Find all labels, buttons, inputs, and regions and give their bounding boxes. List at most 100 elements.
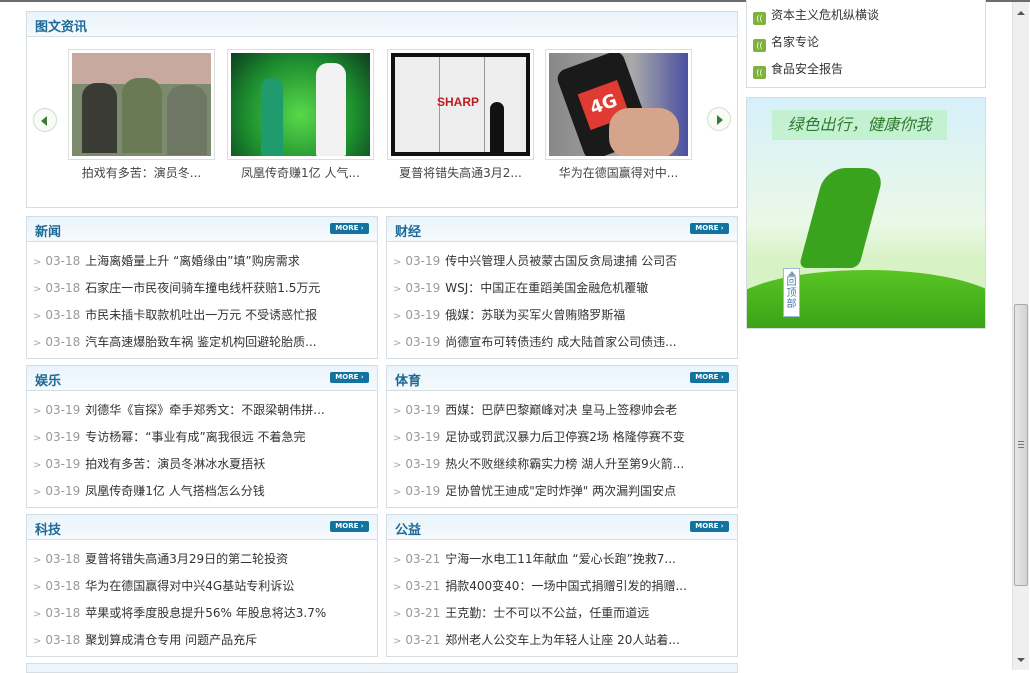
gallery-caption[interactable]: 凤凰传奇赚1亿 人气... [227,164,374,181]
section-header: 财经 MORE › [387,217,737,242]
more-button[interactable]: MORE › [330,521,369,532]
news-item[interactable]: >03-19 西媒：巴萨巴黎巅峰对决 皇马上签穆帅会老 [387,397,737,424]
sidebar-link[interactable]: ((名家专论 [747,29,985,56]
news-link[interactable]: 汽车高速爆胎致车祸 鉴定机构回避轮胎质... [85,335,316,349]
sidebar-link[interactable]: ((食品安全报告 [747,56,985,83]
news-link[interactable]: 上海离婚量上升 “离婚缘由”填”购房需求 [85,254,299,268]
back-to-top-button[interactable]: 回顶部 [783,268,800,317]
news-link[interactable]: 尚德宣布可转债违约 成大陆首家公司债违... [445,335,676,349]
gallery-caption[interactable]: 华为在德国赢得对中... [545,164,692,181]
gallery-thumb[interactable]: 4G [545,49,692,160]
news-item[interactable]: >03-21 郑州老人公交车上为年轻人让座 20人站着... [387,627,737,654]
more-button[interactable]: MORE › [690,372,729,383]
news-link[interactable]: 苹果或将季度股息提升56% 年股息将达3.7% [85,606,326,620]
news-link[interactable]: 专访杨幂：“事业有成”离我很远 不着急完 [85,430,305,444]
news-item[interactable]: >03-21 宁海一水电工11年献血 “爱心长跑”挽救7... [387,546,737,573]
news-item[interactable]: >03-18 聚划算成清仓专用 问题产品充斥 [27,627,377,654]
news-link[interactable]: 西媒：巴萨巴黎巅峰对决 皇马上签穆帅会老 [445,403,677,417]
news-item[interactable]: >03-19 凤凰传奇赚1亿 人气搭档怎么分钱 [27,478,377,505]
news-section-4: 科技 MORE › >03-18 夏普将错失高通3月29日的第二轮投资 >03-18 华为… [26,514,378,657]
news-link[interactable]: 聚划算成清仓专用 问题产品充斥 [85,633,257,647]
section-header: 娱乐 MORE › [27,366,377,391]
news-link[interactable]: 刘德华《盲探》牵手郑秀文：不跟梁朝伟拼... [85,403,324,417]
section-title: 财经 [395,225,422,240]
gallery-thumb[interactable]: SHARP [387,49,534,160]
news-link[interactable]: WSJ：中国正在重蹈美国金融危机覆辙 [445,281,648,295]
sidebar-link-label: 食品安全报告 [771,62,844,76]
gallery-caption[interactable]: 夏普将错失高通3月2... [387,164,534,181]
news-item[interactable]: >03-18 夏普将错失高通3月29日的第二轮投资 [27,546,377,573]
news-item[interactable]: >03-19 热火不败继续称霸实力榜 湖人升至第9火箭... [387,451,737,478]
bullet-arrow-icon: > [393,338,402,349]
gallery-header: 图文资讯 [27,12,737,37]
gallery-next-button[interactable] [707,107,731,131]
news-item[interactable]: >03-19 刘德华《盲探》牵手郑秀文：不跟梁朝伟拼... [27,397,377,424]
news-list: >03-19 刘德华《盲探》牵手郑秀文：不跟梁朝伟拼... >03-19 专访杨幂：“… [27,391,377,505]
news-link[interactable]: 华为在德国赢得对中兴4G基站专利诉讼 [85,579,294,593]
more-button[interactable]: MORE › [330,223,369,234]
back-to-top-label: 回顶部 [786,277,797,310]
news-link[interactable]: 足协或罚武汉暴力后卫停赛2场 格隆停赛不变 [445,430,684,444]
news-link[interactable]: 郑州老人公交车上为年轻人让座 20人站着... [445,633,680,647]
news-item[interactable]: >03-18 苹果或将季度股息提升56% 年股息将达3.7% [27,600,377,627]
news-date: 03-18 [45,308,81,322]
news-date: 03-21 [405,633,441,647]
scroll-up-arrow[interactable] [1017,11,1025,15]
news-item[interactable]: >03-19 俄媒：苏联为买军火曾贿赂罗斯福 [387,302,737,329]
section-title: 体育 [395,374,422,389]
news-link[interactable]: 拍戏有多苦：演员冬淋冰水夏捂袄 [85,457,265,471]
bullet-arrow-icon: > [33,460,42,471]
gallery-prev-button[interactable] [33,108,57,132]
news-item[interactable]: >03-18 石家庄一市民夜间骑车撞电线杆获赔1.5万元 [27,275,377,302]
vertical-scrollbar[interactable] [1012,2,1029,670]
sidebar-link[interactable]: ((资本主义危机纵横谈 [747,2,985,29]
gallery-thumb[interactable] [68,49,215,160]
news-list: >03-19 传中兴管理人员被蒙古国反贪局逮捕 公司否 >03-19 WSJ：中国正在… [387,242,737,356]
news-item[interactable]: >03-19 尚德宣布可转债违约 成大陆首家公司债违... [387,329,737,356]
news-date: 03-19 [45,430,81,444]
gallery-thumb[interactable] [227,49,374,160]
news-item[interactable]: >03-19 传中兴管理人员被蒙古国反贪局逮捕 公司否 [387,248,737,275]
gallery-caption[interactable]: 拍戏有多苦：演员冬... [68,164,215,181]
grip-icon [1018,441,1024,448]
news-date: 03-19 [45,457,81,471]
news-link[interactable]: 市民未插卡取款机吐出一万元 不受诱惑忙报 [85,308,317,322]
news-item[interactable]: >03-18 华为在德国赢得对中兴4G基站专利诉讼 [27,573,377,600]
gallery-image: SHARP [391,53,530,156]
section-header: 公益 MORE › [387,515,737,540]
news-link[interactable]: 俄媒：苏联为买军火曾贿赂罗斯福 [445,308,625,322]
news-item[interactable]: >03-19 拍戏有多苦：演员冬淋冰水夏捂袄 [27,451,377,478]
scroll-down-arrow[interactable] [1017,658,1025,662]
news-link[interactable]: 传中兴管理人员被蒙古国反贪局逮捕 公司否 [445,254,677,268]
news-item[interactable]: >03-21 捐款400变40：一场中国式捐赠引发的捐赠... [387,573,737,600]
more-button[interactable]: MORE › [330,372,369,383]
news-item[interactable]: >03-19 WSJ：中国正在重蹈美国金融危机覆辙 [387,275,737,302]
news-link[interactable]: 王克勤：士不可以不公益，任重而道远 [445,606,649,620]
news-date: 03-18 [45,281,81,295]
more-button[interactable]: MORE › [690,223,729,234]
news-item[interactable]: >03-19 专访杨幂：“事业有成”离我很远 不着急完 [27,424,377,451]
news-item[interactable]: >03-19 足协曾忧王迪成"定时炸弹" 两次漏判国安点 [387,478,737,505]
news-link[interactable]: 宁海一水电工11年献血 “爱心长跑”挽救7... [445,552,676,566]
news-link[interactable]: 凤凰传奇赚1亿 人气搭档怎么分钱 [85,484,264,498]
news-date: 03-19 [45,403,81,417]
news-link[interactable]: 夏普将错失高通3月29日的第二轮投资 [85,552,288,566]
news-date: 03-19 [405,484,441,498]
green-travel-ad[interactable]: 绿色出行，健康你我 回顶部 [746,97,986,329]
news-date: 03-18 [45,254,81,268]
news-item[interactable]: >03-19 足协或罚武汉暴力后卫停赛2场 格隆停赛不变 [387,424,737,451]
more-button[interactable]: MORE › [690,521,729,532]
news-link[interactable]: 石家庄一市民夜间骑车撞电线杆获赔1.5万元 [85,281,320,295]
section-title: 科技 [35,523,62,538]
next-panel-header [26,663,738,673]
news-date: 03-19 [405,403,441,417]
news-link[interactable]: 足协曾忧王迪成"定时炸弹" 两次漏判国安点 [445,484,676,498]
news-link[interactable]: 捐款400变40：一场中国式捐赠引发的捐赠... [445,579,687,593]
news-item[interactable]: >03-21 王克勤：士不可以不公益，任重而道远 [387,600,737,627]
news-link[interactable]: 热火不败继续称霸实力榜 湖人升至第9火箭... [445,457,684,471]
news-item[interactable]: >03-18 汽车高速爆胎致车祸 鉴定机构回避轮胎质... [27,329,377,356]
scrollbar-thumb[interactable] [1014,304,1028,586]
news-item[interactable]: >03-18 上海离婚量上升 “离婚缘由”填”购房需求 [27,248,377,275]
news-item[interactable]: >03-18 市民未插卡取款机吐出一万元 不受诱惑忙报 [27,302,377,329]
news-section-3: 体育 MORE › >03-19 西媒：巴萨巴黎巅峰对决 皇马上签穆帅会老 >03-19… [386,365,738,508]
